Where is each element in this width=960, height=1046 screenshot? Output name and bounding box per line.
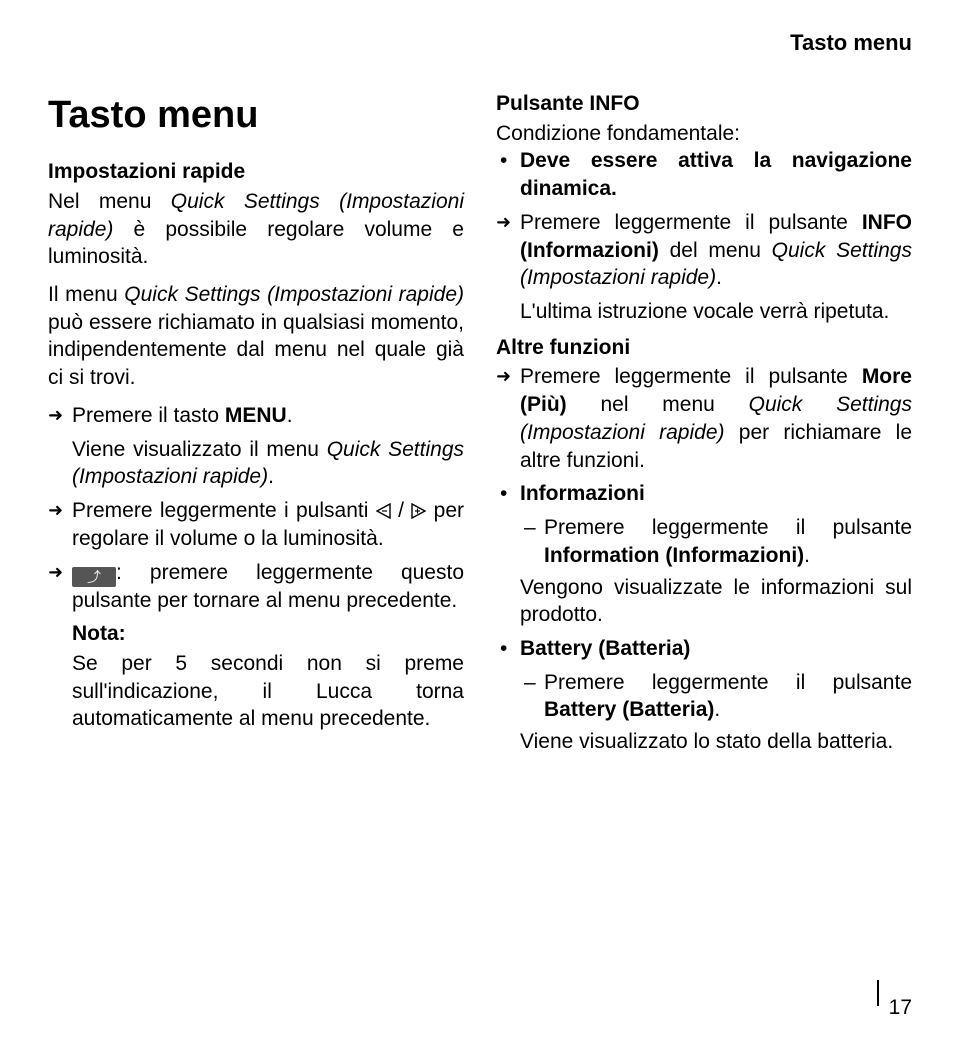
page: Tasto menu Tasto menu Impostazioni rapid… bbox=[0, 0, 960, 1046]
page-number: 17 bbox=[889, 992, 912, 1020]
arrow-icon: ➜ bbox=[496, 367, 511, 385]
subhead-quick-settings: Impostazioni rapide bbox=[48, 158, 464, 186]
text: può essere richiamato in qualsiasi momen… bbox=[48, 311, 464, 389]
text: Premere leggermente il pulsante bbox=[544, 671, 912, 694]
action-press-more: ➜ Premere leggermente il pulsante More (… bbox=[496, 363, 912, 474]
text: Premere leggermente il pulsante bbox=[520, 365, 862, 388]
arrow-icon: ➜ bbox=[48, 406, 63, 424]
right-column: Pulsante INFO Condizione fondamentale: D… bbox=[496, 90, 912, 762]
condition-text: Deve essere attiva la navigazione dinami… bbox=[520, 149, 912, 200]
running-header: Tasto menu bbox=[790, 30, 912, 56]
triangle-left-minus-icon bbox=[376, 503, 391, 519]
sub-battery-result: Viene visualizzato lo stato della batter… bbox=[496, 728, 912, 756]
battery-button-label: Battery (Batteria) bbox=[544, 698, 714, 721]
back-button-icon: ⤴ bbox=[72, 567, 116, 587]
sub-informazioni-result: Vengono visualizzate le informazioni sul… bbox=[496, 574, 912, 629]
action-press-back: ➜ ⤴: premere leggermente questo pulsante… bbox=[48, 559, 464, 615]
text: Premere leggermente i pulsanti bbox=[72, 499, 376, 522]
action-press-arrow-keys: ➜ Premere leggermente i pulsanti / per r… bbox=[48, 497, 464, 552]
text: Viene visualizzato il menu bbox=[72, 438, 327, 461]
information-button-label: Information (Informazioni) bbox=[544, 544, 804, 567]
action-press-info: ➜ Premere leggermente il pulsante INFO (… bbox=[496, 209, 912, 292]
text: . bbox=[804, 544, 810, 567]
page-title: Tasto menu bbox=[48, 90, 464, 140]
text: / bbox=[391, 499, 412, 522]
text: Premere leggermente il pulsante bbox=[520, 211, 862, 234]
subhead-pulsante-info: Pulsante INFO bbox=[496, 90, 912, 118]
condition-label: Condizione fondamentale: bbox=[496, 120, 912, 148]
result-voice-repeat: L'ultima istruzione vocale verrà ripetut… bbox=[496, 298, 912, 326]
arrow-icon: ➜ bbox=[48, 563, 63, 581]
menu-key-label: MENU bbox=[225, 404, 287, 427]
intro-paragraph-2: Il menu Quick Settings (Impostazioni rap… bbox=[48, 281, 464, 392]
action-press-menu: ➜ Premere il tasto MENU. bbox=[48, 402, 464, 430]
bullet-battery: Battery (Batteria) bbox=[496, 635, 912, 663]
left-column: Tasto menu Impostazioni rapide Nel menu … bbox=[48, 90, 464, 762]
note-label: Nota: bbox=[48, 620, 464, 648]
text: . bbox=[287, 404, 293, 427]
text: . bbox=[268, 465, 274, 488]
informazioni-label: Informazioni bbox=[520, 482, 645, 505]
text: . bbox=[716, 266, 722, 289]
sub-battery-action: Premere leggermente il pulsante Battery … bbox=[496, 669, 912, 724]
text: del menu bbox=[659, 239, 772, 262]
bullet-informazioni: Informazioni bbox=[496, 480, 912, 508]
text: : premere leggermente questo pulsante pe… bbox=[72, 561, 464, 612]
subhead-altre-funzioni: Altre funzioni bbox=[496, 334, 912, 362]
result-quick-settings-shown: Viene visualizzato il menu Quick Setting… bbox=[48, 436, 464, 491]
text: nel menu bbox=[567, 393, 749, 416]
text: Nel menu bbox=[48, 190, 171, 213]
content: Tasto menu Impostazioni rapide Nel menu … bbox=[48, 36, 912, 762]
note-body: Se per 5 secondi non si preme sull'indic… bbox=[48, 650, 464, 733]
text: Premere leggermente il pulsante bbox=[544, 516, 912, 539]
sub-informazioni-action: Premere leggermente il pulsante Informat… bbox=[496, 514, 912, 569]
term-quick-settings: Quick Settings (Impostazioni rapide) bbox=[124, 283, 464, 306]
text: . bbox=[714, 698, 720, 721]
text: Premere il tasto bbox=[72, 404, 225, 427]
arrow-icon: ➜ bbox=[496, 213, 511, 231]
text: Il menu bbox=[48, 283, 124, 306]
intro-paragraph-1: Nel menu Quick Settings (Impostazioni ra… bbox=[48, 188, 464, 271]
triangle-right-plus-icon bbox=[411, 503, 426, 519]
condition-bullet: Deve essere attiva la navigazione dinami… bbox=[496, 147, 912, 202]
battery-label: Battery (Batteria) bbox=[520, 637, 690, 660]
arrow-icon: ➜ bbox=[48, 501, 63, 519]
